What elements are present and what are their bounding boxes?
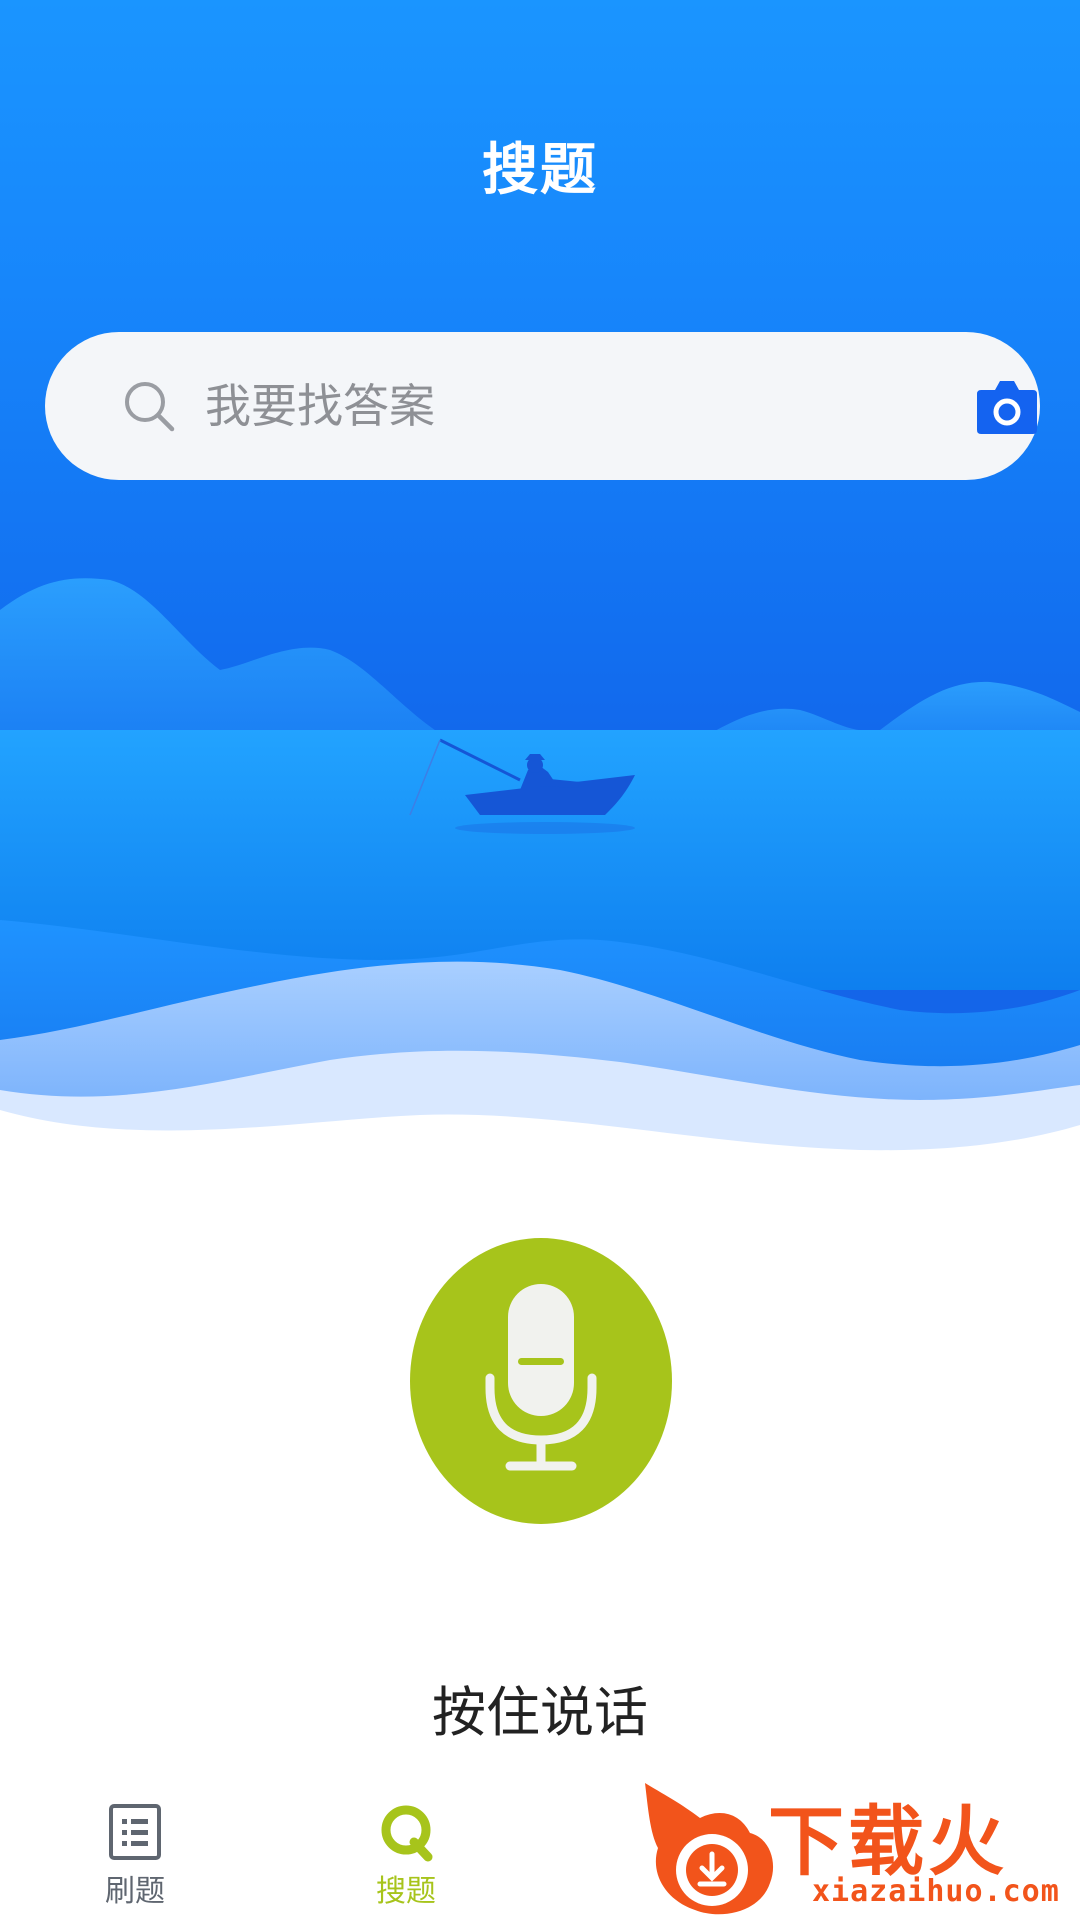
search-screen: 搜题 按住说话 <box>0 0 1080 1920</box>
camera-icon[interactable] <box>975 376 1039 436</box>
flame-logo-icon <box>645 1783 774 1915</box>
hold-to-talk-label: 按住说话 <box>432 1681 648 1744</box>
tab-search[interactable]: 搜题 <box>306 1762 506 1920</box>
search-icon <box>125 382 175 432</box>
watermark-logo: 下载火 xiazaihuo.com <box>640 1778 1080 1920</box>
microphone-icon <box>485 1284 597 1471</box>
hero-banner: 搜题 <box>0 0 1080 1160</box>
tab-practice-label: 刷题 <box>105 1874 165 1909</box>
search-tab-icon <box>381 1805 433 1862</box>
watermark-url: xiazaihuo.com <box>812 1874 1060 1909</box>
list-icon <box>109 1804 161 1860</box>
page-title: 搜题 <box>482 138 598 203</box>
tab-search-label: 搜题 <box>376 1874 436 1909</box>
tab-practice[interactable]: 刷题 <box>35 1762 235 1920</box>
search-bar[interactable] <box>45 332 1040 480</box>
search-input[interactable] <box>205 366 905 446</box>
hold-to-talk-button[interactable] <box>410 1238 672 1524</box>
